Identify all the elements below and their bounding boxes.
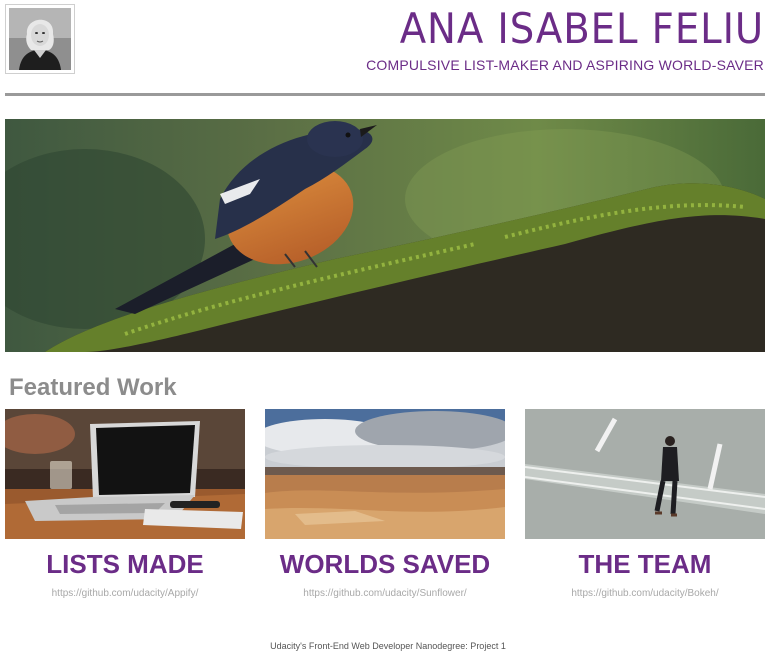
page-footer: Udacity's Front-End Web Developer Nanode… — [270, 641, 506, 651]
profile-photo — [9, 8, 71, 70]
site-tagline: COMPULSIVE LIST-MAKER AND ASPIRING WORLD… — [366, 57, 764, 73]
desert-thumbnail[interactable] — [265, 409, 505, 539]
site-header: ANA ISABEL FELIU COMPULSIVE LIST-MAKER A… — [0, 0, 776, 96]
card-link-bokeh[interactable]: https://github.com/udacity/Bokeh/ — [525, 588, 765, 599]
featured-card-lists-made: LISTS MADE https://github.com/udacity/Ap… — [5, 409, 245, 599]
card-title-lists-made[interactable]: LISTS MADE — [5, 549, 245, 580]
featured-card-worlds-saved: WORLDS SAVED https://github.com/udacity/… — [265, 409, 505, 599]
featured-work-heading: Featured Work — [9, 374, 177, 401]
team-thumbnail[interactable] — [525, 409, 765, 539]
card-title-the-team[interactable]: THE TEAM — [525, 549, 765, 580]
featured-card-the-team: THE TEAM https://github.com/udacity/Boke… — [525, 409, 765, 599]
card-link-sunflower[interactable]: https://github.com/udacity/Sunflower/ — [265, 588, 505, 599]
profile-avatar — [5, 4, 75, 74]
laptop-thumbnail[interactable] — [5, 409, 245, 539]
hero-image — [5, 119, 765, 352]
card-title-worlds-saved[interactable]: WORLDS SAVED — [265, 549, 505, 580]
header-divider — [5, 93, 765, 96]
site-title: ANA ISABEL FELIU — [399, 4, 764, 53]
card-link-appify[interactable]: https://github.com/udacity/Appify/ — [5, 588, 245, 599]
